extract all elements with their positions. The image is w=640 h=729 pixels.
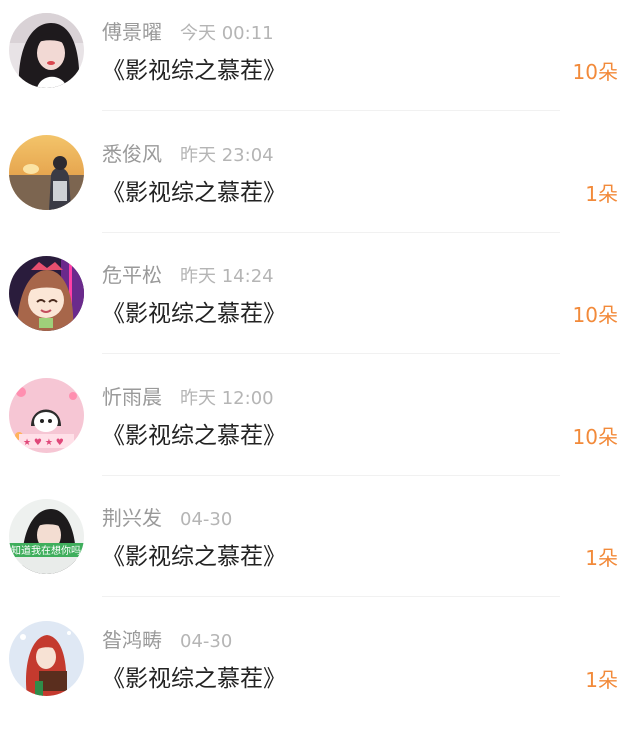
timestamp: 昨天 12:00 (180, 388, 274, 409)
list-item[interactable]: 傅景曜 今天 00:11 《影视综之慕茬》 10朵 (0, 0, 640, 121)
book-title[interactable]: 《影视综之慕茬》 (102, 175, 286, 211)
user-avatar[interactable] (9, 13, 84, 88)
svg-text:★ ♥ ★ ♥: ★ ♥ ★ ♥ (23, 438, 64, 448)
user-name[interactable]: 危平松 (102, 263, 162, 287)
divider (102, 110, 560, 111)
gift-count: 10朵 (572, 303, 618, 327)
list-item[interactable]: 昝鸿畴 04-30 《影视综之慕茬》 1朵 (0, 608, 640, 729)
user-name[interactable]: 荆兴发 (102, 506, 162, 530)
avatar-banner-text: 知道我在想你吗 (11, 544, 81, 557)
timestamp: 昨天 14:24 (180, 266, 274, 287)
gift-count: 1朵 (585, 182, 618, 206)
user-name[interactable]: 忻雨晨 (102, 385, 162, 409)
list-item[interactable]: 知道我在想你吗 荆兴发 04-30 《影视综之慕茬》 1朵 (0, 486, 640, 607)
gift-count: 10朵 (572, 425, 618, 449)
divider (102, 353, 560, 354)
timestamp: 昨天 23:04 (180, 145, 274, 166)
user-avatar[interactable] (9, 256, 84, 331)
gift-count: 1朵 (585, 668, 618, 692)
book-title[interactable]: 《影视综之慕茬》 (102, 661, 286, 697)
divider (102, 596, 560, 597)
user-avatar-cartoon-pink-icon: ★ ♥ ★ ♥ (9, 378, 84, 453)
user-name[interactable]: 悉俊风 (102, 142, 162, 166)
user-avatar[interactable] (9, 135, 84, 210)
user-name[interactable]: 傅景曜 (102, 20, 162, 44)
user-avatar[interactable]: 知道我在想你吗 (9, 499, 84, 574)
timestamp: 今天 00:11 (180, 23, 274, 44)
user-avatar-girl-green-banner-icon: 知道我在想你吗 (9, 499, 84, 574)
user-name[interactable]: 昝鸿畴 (102, 628, 162, 652)
book-title[interactable]: 《影视综之慕茬》 (102, 539, 286, 575)
divider (102, 475, 560, 476)
user-avatar[interactable] (9, 621, 84, 696)
gift-record-list: 傅景曜 今天 00:11 《影视综之慕茬》 10朵 悉俊风 昨天 23:04 《… (0, 0, 640, 712)
user-avatar-sunset-lake-icon (9, 135, 84, 210)
timestamp: 04-30 (180, 631, 233, 652)
user-avatar-anime-girl-icon (9, 256, 84, 331)
gift-count: 10朵 (572, 60, 618, 84)
book-title[interactable]: 《影视综之慕茬》 (102, 418, 286, 454)
list-item[interactable]: ★ ♥ ★ ♥ 忻雨晨 昨天 12:00 《影视综之慕茬》 10朵 (0, 365, 640, 486)
book-title[interactable]: 《影视综之慕茬》 (102, 296, 286, 332)
user-avatar-anime-red-hair-icon (9, 621, 84, 696)
list-item[interactable]: 悉俊风 昨天 23:04 《影视综之慕茬》 1朵 (0, 122, 640, 243)
book-title[interactable]: 《影视综之慕茬》 (102, 53, 286, 89)
user-avatar-girl-dark-hair-icon (9, 13, 84, 88)
timestamp: 04-30 (180, 509, 233, 530)
user-avatar[interactable]: ★ ♥ ★ ♥ (9, 378, 84, 453)
list-item[interactable]: 危平松 昨天 14:24 《影视综之慕茬》 10朵 (0, 243, 640, 364)
divider (102, 232, 560, 233)
gift-count: 1朵 (585, 546, 618, 570)
